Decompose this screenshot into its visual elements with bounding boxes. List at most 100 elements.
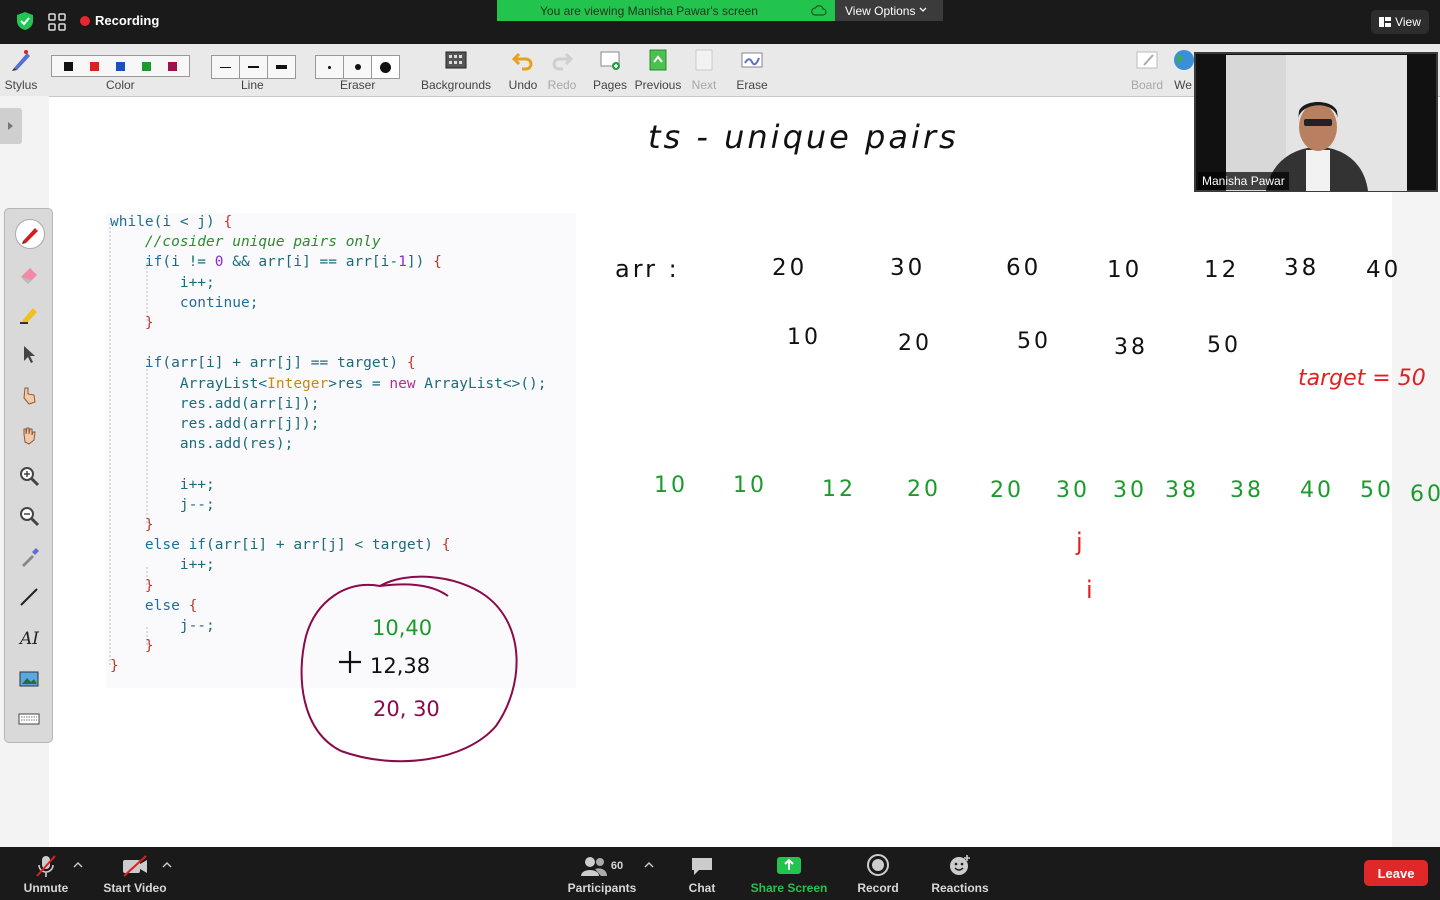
leave-button[interactable]: Leave [1364, 860, 1428, 886]
video-options-chevron-icon[interactable] [162, 861, 172, 869]
unmute-button[interactable]: Unmute [20, 853, 72, 895]
audio-options-chevron-icon[interactable] [73, 861, 83, 869]
next-page-icon [695, 49, 713, 71]
redo-icon [552, 52, 574, 71]
color-swatch-maroon[interactable] [167, 61, 177, 71]
top-bar: Recording You are viewing Manisha Pawar'… [0, 0, 1440, 44]
svg-text:AI: AI [18, 629, 39, 649]
text-tool[interactable]: AI [15, 624, 43, 652]
zoom-out-tool[interactable] [15, 502, 43, 530]
color-swatch-blue[interactable] [115, 61, 125, 71]
code-line: } [110, 658, 119, 675]
redo-tool[interactable]: Redo [545, 48, 579, 92]
code-line: res.add(arr[i]); [110, 395, 320, 412]
record-icon [867, 854, 889, 876]
eraser-palette-tool[interactable] [15, 260, 43, 288]
arr-value: 20 [772, 255, 808, 281]
pair-3: 20, 30 [373, 697, 440, 721]
view-options-button[interactable]: View Options [835, 0, 943, 21]
select-tool[interactable] [15, 340, 43, 368]
color-swatch-red[interactable] [90, 61, 100, 71]
web-tool[interactable]: We [1172, 48, 1194, 92]
view-button[interactable]: View [1371, 10, 1429, 34]
record-button[interactable]: Record [854, 853, 902, 895]
sorted-value: 10 [654, 473, 688, 498]
code-line: } [144, 315, 154, 331]
shield-icon[interactable] [15, 11, 35, 31]
video-frame [1226, 55, 1407, 191]
smiley-icon [950, 855, 970, 875]
arr-value: 10 [1107, 257, 1143, 283]
line-thick-option[interactable] [268, 56, 295, 78]
reactions-button[interactable]: Reactions [928, 853, 992, 895]
participants-button[interactable]: 60 Participants [564, 853, 640, 895]
code-line: //cosider unique pairs only [110, 234, 381, 251]
color-swatch-green[interactable] [141, 61, 151, 71]
muted-mic-icon [36, 855, 56, 877]
start-video-button[interactable]: Start Video [100, 853, 170, 895]
pair-1: 10,40 [372, 616, 433, 640]
right-margin [1392, 192, 1440, 847]
start-video-label: Start Video [103, 881, 167, 895]
erase-tool[interactable]: Erase [734, 48, 770, 92]
chat-button[interactable]: Chat [682, 853, 722, 895]
recording-indicator[interactable]: Recording [80, 13, 159, 28]
sorted-value: 30 [1113, 478, 1147, 503]
line-thin-option[interactable] [212, 56, 240, 78]
line-tool[interactable] [15, 583, 43, 611]
line-icon [20, 588, 38, 606]
share-screen-button[interactable]: Share Screen [748, 853, 830, 895]
backgrounds-tool[interactable]: Backgrounds [420, 48, 492, 92]
pages-label: Pages [592, 78, 628, 92]
next-tool[interactable]: Next [688, 48, 720, 92]
pair-2: 12,38 [370, 654, 431, 678]
code-line: i++; [110, 476, 215, 493]
keyboard-tool[interactable] [15, 705, 43, 733]
arr-value: 60 [1006, 255, 1042, 281]
color-swatches [51, 55, 190, 77]
eyedropper-icon [22, 548, 39, 567]
pen-tool[interactable] [15, 219, 45, 249]
color-picker-tool[interactable] [15, 543, 43, 571]
image-tool[interactable] [15, 665, 43, 693]
eraser-small-option[interactable] [316, 56, 344, 78]
cloud-icon [811, 5, 827, 16]
arr-label: arr : [615, 255, 680, 283]
color-swatch-black[interactable] [64, 61, 74, 71]
diff-value: 10 [787, 325, 821, 350]
participant-video[interactable]: Manisha Pawar [1194, 52, 1438, 192]
meeting-controls-bar: Unmute Start Video 60 Participants Chat … [0, 847, 1440, 900]
pages-tool[interactable]: Pages [592, 48, 628, 92]
erase-icon [741, 52, 763, 68]
previous-tool[interactable]: Previous [634, 48, 682, 92]
arr-value: 30 [890, 255, 926, 281]
participants-icon [580, 857, 607, 876]
participants-chevron-icon[interactable] [644, 861, 654, 869]
eraser-medium-option[interactable] [344, 56, 372, 78]
code-line: else if(arr[i] + arr[j] < target) { [144, 537, 451, 554]
grid-icon[interactable] [48, 13, 66, 31]
eraser-size-group [315, 55, 400, 79]
stylus-tool[interactable]: Stylus [4, 48, 38, 92]
undo-tool[interactable]: Undo [506, 48, 540, 92]
code-line: } [144, 638, 154, 655]
sorted-value: 20 [907, 477, 941, 502]
viewing-banner-text: You are viewing Manisha Pawar's screen [540, 4, 758, 18]
highlighter-tool[interactable] [15, 300, 43, 328]
line-medium-option[interactable] [240, 56, 268, 78]
sorted-value: 12 [822, 477, 856, 502]
backgrounds-icon [445, 51, 467, 69]
panel-collapse-tab[interactable] [0, 108, 22, 144]
erase-label: Erase [736, 78, 768, 92]
code-line: i++; [110, 557, 215, 574]
zoom-in-tool[interactable] [15, 462, 43, 490]
text-icon: AI [18, 629, 39, 649]
pages-icon [600, 51, 620, 70]
board-tool[interactable]: Board [1130, 48, 1164, 92]
sorted-value: 50 [1360, 478, 1394, 503]
pan-tool[interactable] [15, 421, 43, 449]
eraser-large-option[interactable] [372, 56, 399, 78]
diff-value: 20 [898, 331, 932, 356]
video-off-icon [123, 855, 147, 877]
pointer-tool[interactable] [15, 381, 43, 409]
